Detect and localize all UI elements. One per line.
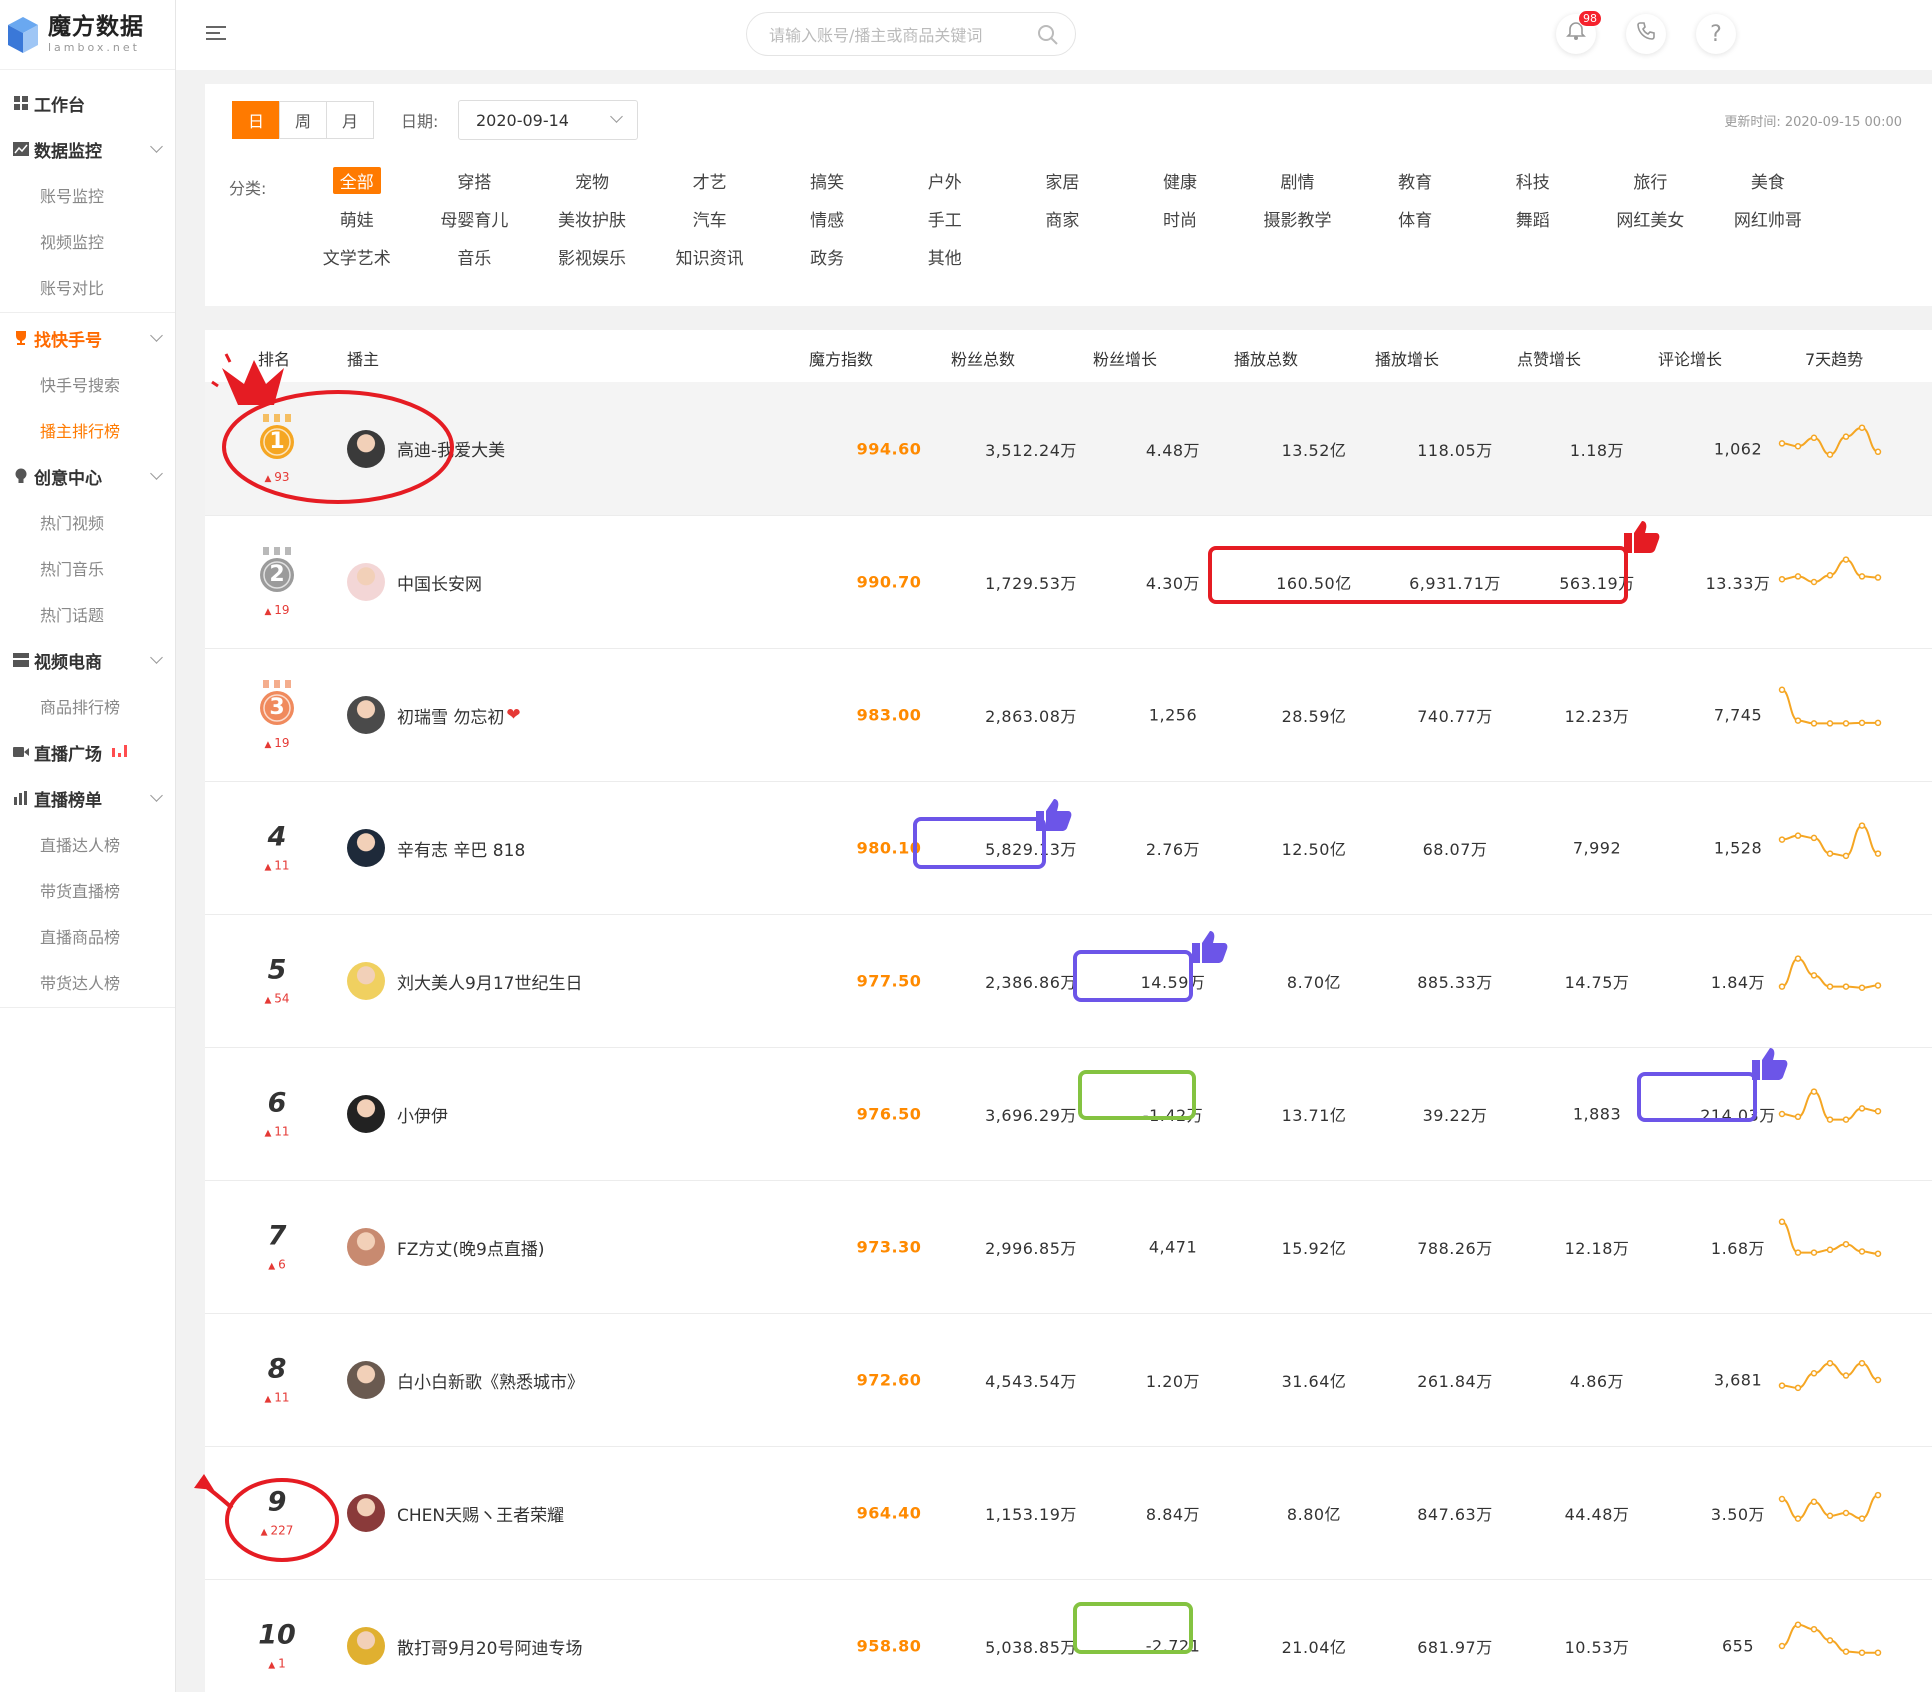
thumbs-up-icon	[1192, 931, 1228, 963]
highlight-ellipse-rank9	[225, 1478, 339, 1562]
crown-icon	[211, 353, 284, 405]
thumbs-up-icon	[1752, 1048, 1788, 1080]
highlight-ellipse-rank1	[222, 390, 454, 504]
arrow-head	[194, 1474, 214, 1490]
annotation-layer	[194, 353, 454, 1562]
thumbs-up-icon	[1624, 521, 1660, 553]
app-root: 魔方数据 lambox.net 工作台 数据监控 账号监控 视频监控 账号对比 …	[0, 0, 1932, 1692]
thumbs-up-icon	[1036, 799, 1072, 831]
